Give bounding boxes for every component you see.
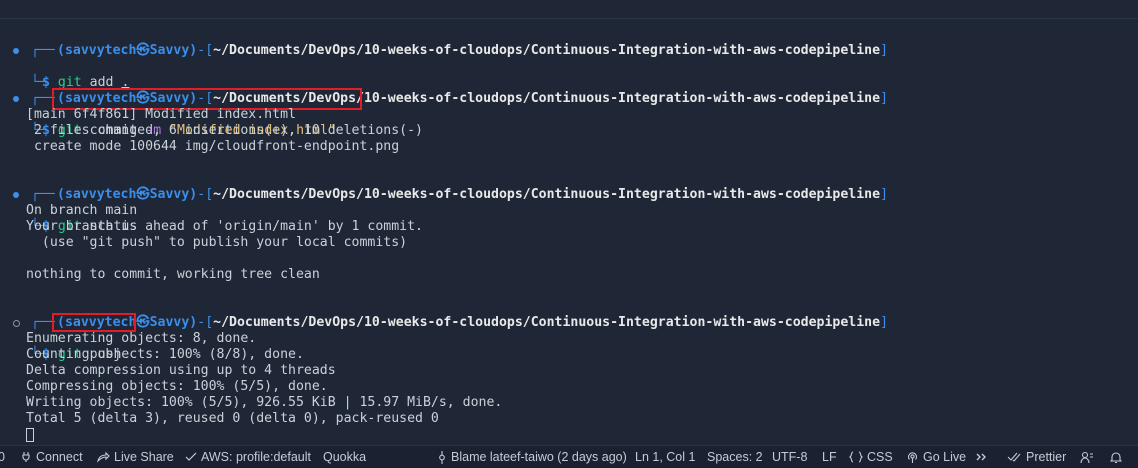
command-line: └─ $ git push [0,315,121,362]
feedback-icon [1080,451,1093,463]
cursor-position-button[interactable]: Ln 1, Col 1 [635,446,695,468]
bell-icon [1110,451,1122,463]
aws-profile-button[interactable]: AWS: profile:default [185,446,311,468]
quokka-label: Quokka [323,450,367,464]
prompt-path: ~/Documents/DevOps/10-weeks-of-cloudops/… [213,43,881,58]
double-check-icon [1007,452,1021,462]
command-success-dot-icon[interactable] [13,192,19,198]
eol-label: LF [822,450,837,464]
plug-icon [22,452,30,462]
prompt-corner-top: ┌── [31,43,55,58]
quokka-button[interactable]: Quokka [323,446,366,468]
remote-button[interactable] [976,446,989,468]
language-mode-button[interactable]: CSS [849,446,893,468]
prompt-dollar: $ [42,75,50,90]
command-running-dot-icon[interactable] [13,320,20,327]
prompt-dash: - [197,43,206,58]
aws-profile-label: AWS: profile:default [201,450,312,464]
live-share-label: Live Share [114,450,174,464]
git-blame-button[interactable]: Blame lateef-taiwo (2 days ago) [437,446,627,468]
braces-icon [849,451,863,463]
connect-label: Connect [36,450,83,464]
output-text: Your branch is ahead of 'origin/main' by… [26,219,423,234]
prompt-path-open: [ [205,315,214,330]
status-bar: 0 Connect Live Share AWS: profile:defaul… [0,445,1138,468]
command-success-dot-icon[interactable] [13,96,19,102]
prompt-path-close: ] [880,187,889,202]
prompt-path-open: [ [205,187,214,202]
prompt-path-close: ] [880,315,889,330]
notifications-button[interactable] [1110,446,1122,468]
output-text: On branch main [26,203,138,218]
prompt-line: ┌── (savvytech㉿Savvy)-[~/Documents/DevOps… [0,75,888,106]
command-success-dot-icon[interactable] [13,48,19,54]
connect-button[interactable]: Connect [20,446,83,468]
output-text: Writing objects: 100% (5/5), 926.55 KiB … [26,395,503,410]
git-blame-label: Blame lateef-taiwo (2 days ago) [451,450,627,464]
encoding-label: UTF-8 [772,450,808,464]
feedback-button[interactable] [1080,446,1094,468]
prompt-line: ┌── (savvytech㉿Savvy)-[~/Documents/DevOps… [0,27,888,58]
prompt-path-open: [ [205,43,214,58]
prompt-path-close: ] [880,43,889,58]
prompt-user-host: (savvytech㉿Savvy) [57,187,198,202]
prompt-path-close: ] [880,91,889,106]
output-text: Counting objects: 100% (8/8), done. [26,347,304,362]
go-live-label: Go Live [923,450,967,464]
command-line: └─ $ git add . [0,43,129,90]
eol-button[interactable]: LF [822,446,837,468]
prompt-path: ~/Documents/DevOps/10-weeks-of-cloudops/… [213,315,881,330]
command-line: └─ $ git commit -m "Modified index.html" [0,91,336,138]
indentation-button[interactable]: Spaces: 2 [707,446,763,468]
git-commit-icon [439,450,445,464]
output-text: [main 6f4f861] Modified index.html [26,107,296,122]
command-line: └─ $ git status [0,187,137,234]
indentation-label: Spaces: 2 [707,450,763,464]
output-text: Delta compression using up to 4 threads [26,363,336,378]
prompt-corner-top: ┌── [31,187,55,202]
double-chevron-icon [976,453,986,461]
output-text: Compressing objects: 100% (5/5), done. [26,379,328,394]
live-share-icon [97,451,110,463]
output-text: create mode 100644 img/cloudfront-endpoi… [26,139,400,154]
encoding-button[interactable]: UTF-8 [772,446,807,468]
prompt-line: ┌── (savvytech㉿Savvy)-[~/Documents/DevOps… [0,171,888,202]
live-share-button[interactable]: Live Share [97,446,174,468]
highlight-box-push [52,313,136,332]
terminal-cursor [26,428,34,442]
problems-count: 0 [0,450,5,464]
prettier-button[interactable]: Prettier [1007,446,1066,468]
go-live-button[interactable]: Go Live [906,446,966,468]
output-text: Enumerating objects: 8, done. [26,331,257,346]
broadcast-icon [907,451,918,463]
output-text: 2 files changed, 6 insertions(+), 10 del… [26,123,423,138]
prettier-label: Prettier [1026,450,1067,464]
problems-indicator[interactable]: 0 [0,446,5,468]
output-text: nothing to commit, working tree clean [26,267,320,282]
prompt-line: ┌── (savvytech㉿Savvy)-[~/Documents/DevOps… [0,299,888,330]
language-label: CSS [867,450,893,464]
output-text: (use "git push" to publish your local co… [26,235,408,250]
cursor-position-label: Ln 1, Col 1 [635,450,696,464]
prompt-path: ~/Documents/DevOps/10-weeks-of-cloudops/… [213,187,881,202]
terminal-panel[interactable]: ┌── (savvytech㉿Savvy)-[~/Documents/DevOps… [0,0,1138,445]
prompt-dash: - [197,315,206,330]
check-icon [185,452,197,461]
output-text: Total 5 (delta 3), reused 0 (delta 0), p… [26,411,439,426]
prompt-dash: - [197,187,206,202]
prompt-user-host: (savvytech㉿Savvy) [57,43,198,58]
